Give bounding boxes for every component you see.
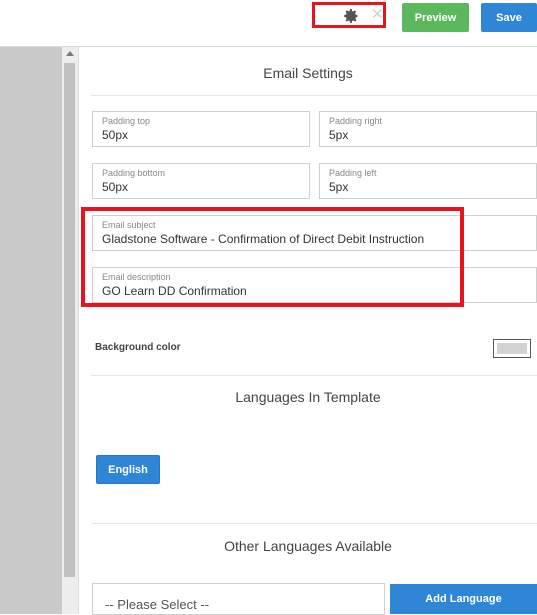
padding-top-value: 50px	[102, 128, 129, 142]
padding-bottom-value: 50px	[102, 180, 129, 194]
padding-right-label: Padding right	[329, 116, 383, 126]
scrollbar[interactable]	[62, 47, 79, 614]
color-swatch-fill	[497, 343, 527, 354]
scroll-up-arrow-icon[interactable]	[66, 51, 74, 56]
save-button[interactable]: Save	[481, 3, 537, 32]
padding-left-label: Padding left	[329, 168, 377, 178]
divider	[91, 523, 537, 524]
gear-icon[interactable]	[343, 8, 359, 24]
language-select[interactable]: -- Please Select --	[92, 583, 385, 615]
divider	[91, 375, 537, 376]
email-settings-title: Email Settings	[263, 65, 353, 81]
email-description-label: Email description	[102, 272, 171, 282]
background-color-picker[interactable]	[493, 339, 531, 358]
background-color-label: Background color	[95, 342, 181, 353]
other-languages-title: Other Languages Available	[224, 538, 392, 554]
email-settings-panel: Email Settings Padding top 50px Padding …	[79, 47, 537, 615]
add-language-button[interactable]: Add Language	[390, 584, 537, 614]
languages-in-template-title: Languages In Template	[235, 389, 381, 405]
padding-right-field[interactable]: Padding right 5px	[319, 111, 537, 147]
language-english-button[interactable]: English	[96, 455, 160, 484]
padding-left-value: 5px	[329, 180, 349, 194]
preview-button[interactable]: Preview	[402, 3, 469, 32]
email-subject-label: Email subject	[102, 220, 156, 230]
scrollbar-thumb[interactable]	[64, 63, 75, 577]
settings-highlight-box: ✕	[312, 2, 386, 28]
padding-bottom-field[interactable]: Padding bottom 50px	[92, 163, 310, 199]
canvas-area	[0, 47, 62, 614]
divider	[91, 95, 537, 96]
email-description-value: GO Learn DD Confirmation	[102, 284, 247, 298]
padding-bottom-label: Padding bottom	[102, 168, 166, 178]
email-subject-value: Gladstone Software - Confirmation of Dir…	[102, 232, 425, 246]
close-icon[interactable]: ✕	[371, 6, 384, 24]
padding-right-value: 5px	[329, 128, 349, 142]
padding-top-field[interactable]: Padding top 50px	[92, 111, 310, 147]
email-description-field[interactable]: Email description GO Learn DD Confirmati…	[92, 267, 537, 303]
padding-left-field[interactable]: Padding left 5px	[319, 163, 537, 199]
top-toolbar: ✕ Preview Save	[0, 0, 537, 47]
padding-top-label: Padding top	[102, 116, 151, 126]
email-subject-field[interactable]: Email subject Gladstone Software - Confi…	[92, 215, 537, 251]
